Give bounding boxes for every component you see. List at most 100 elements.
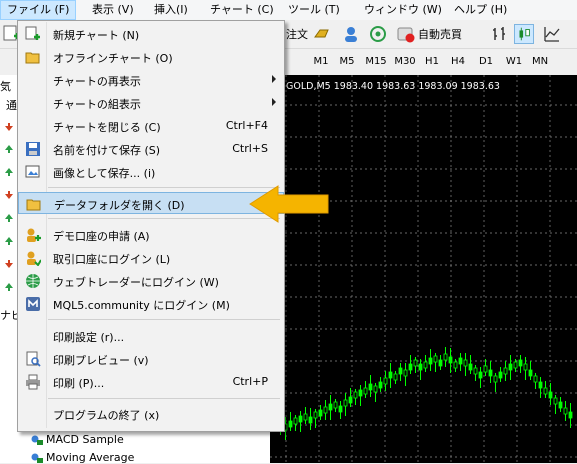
menu-item-save-image[interactable]: 画像として保存... (i) [18,161,284,183]
menu-item-label: 印刷プレビュー (v) [53,354,149,367]
menu-item-print[interactable]: 印刷 (P)... Ctrl+P [18,371,284,393]
file-menu-dropdown: 新規チャート (N) オフラインチャート (O) チャートの再表示 チャートの組… [17,20,285,432]
menu-item-close-chart[interactable]: チャートを閉じる (C) Ctrl+F4 [18,115,284,137]
demo-account-icon [27,228,41,242]
menu-item-print-setup[interactable]: 印刷設定 (r)... [18,325,284,347]
menu-item-label: 取引口座にログイン (L) [53,253,171,266]
menu-item-print-preview[interactable]: 印刷プレビュー (v) [18,348,284,370]
candle-body [523,363,528,371]
menu-item-webtrader-login[interactable]: ウェブトレーダーにログイン (W) [18,270,284,292]
menu-separator [48,218,280,219]
menu-item-login-account[interactable]: 取引口座にログイン (L) [18,247,284,269]
candle-body [423,361,428,369]
menu-item-mql5-login[interactable]: MQL5.community にログイン (M) [18,293,284,315]
autotrade-label[interactable]: 自動売買 [418,26,462,42]
save-icon [26,142,40,156]
menu-item-label: 画像として保存... (i) [53,167,156,180]
candle-body [548,391,553,399]
autotrade-icon[interactable] [396,24,416,44]
candle-body [458,357,463,365]
timeframe-m1[interactable]: M1 [307,53,335,71]
candle-body [468,363,473,371]
candle-body [568,411,573,419]
menu-separator [48,319,280,320]
navigator-item[interactable]: MACD Sample [46,433,124,446]
print-preview-icon [26,351,41,367]
price-up-icon [5,283,13,291]
price-up-icon [5,145,13,153]
candle-body [453,361,458,369]
candle-body [538,381,543,389]
candle-body [508,363,513,371]
menu-item-shortcut: Ctrl+F4 [225,119,268,132]
market-watch-tab[interactable]: 気 [0,78,11,94]
candle-body [313,411,318,419]
menu-item-label: デモ口座の申請 (A) [53,230,150,243]
person-icon[interactable] [341,24,361,44]
price-up-icon [5,237,13,245]
menu-item-offline-chart[interactable]: オフラインチャート (O) [18,46,284,68]
candle-body [498,371,503,379]
price-up-icon [5,168,13,176]
menu-item-open-data-folder[interactable]: データフォルダを開く (D) [18,192,284,214]
menu-window[interactable]: ウィンドウ (W) [358,0,448,20]
submenu-arrow-icon [272,98,276,106]
menu-bar: ファイル (F) 表示 (V) 挿入(I) チャート (C) ツール (T) ウ… [0,0,577,21]
candle-body [433,355,438,363]
candle-body [493,375,498,383]
menu-item-shortcut: Ctrl+S [232,142,268,155]
timeframe-h4[interactable]: H4 [444,53,472,71]
candle-body [323,406,328,414]
menu-item-label: ウェブトレーダーにログイン (W) [53,276,219,289]
menu-item-label: 新規チャート (N) [53,29,140,42]
new-order-label[interactable]: 注文 [286,26,308,42]
candle-body [328,403,333,411]
menu-item-save-as[interactable]: 名前を付けて保存 (S) Ctrl+S [18,138,284,160]
candle-body [388,371,393,379]
menu-help[interactable]: ヘルプ (H) [448,0,513,20]
timeframe-mn[interactable]: MN [526,53,554,71]
timeframe-d1[interactable]: D1 [472,53,500,71]
timeframe-m15[interactable]: M15 [362,53,390,71]
menu-item-shortcut: Ctrl+P [232,375,268,388]
candle-body [308,416,313,424]
callout-arrow-icon [249,185,329,223]
gold-bar-icon[interactable] [312,24,332,44]
price-chart[interactable]: GOLD,M5 1983.40 1983.63 1983.09 1983.63 [270,75,577,463]
line-chart-icon[interactable] [542,24,562,44]
menu-item-chart-reopen[interactable]: チャートの再表示 [18,69,284,91]
menu-file[interactable]: ファイル (F) [0,0,77,20]
candle-body [383,377,388,385]
candle-body [368,383,373,391]
expert-advisor-icon [31,435,43,445]
candle-body [348,396,353,404]
menu-item-demo-account[interactable]: デモ口座の申請 (A) [18,224,284,246]
menu-item-new-chart[interactable]: 新規チャート (N) [18,23,284,45]
menu-separator [48,398,280,399]
navigator-item[interactable]: Moving Average [46,451,134,464]
menu-tools[interactable]: ツール (T) [282,0,346,20]
submenu-arrow-icon [272,75,276,83]
webtrader-icon [26,274,40,288]
candle-body [503,367,508,375]
bar-chart-icon[interactable] [490,24,510,44]
signal-icon[interactable] [368,24,388,44]
menu-chart[interactable]: チャート (C) [204,0,280,20]
price-down-icon [5,191,13,199]
chart-canvas[interactable] [270,75,577,463]
timeframe-w1[interactable]: W1 [500,53,528,71]
timeframe-m30[interactable]: M30 [391,53,419,71]
candlestick-icon[interactable] [514,24,534,44]
price-down-icon [5,260,13,268]
timeframe-m5[interactable]: M5 [333,53,361,71]
menu-insert[interactable]: 挿入(I) [148,0,194,20]
menu-separator [48,187,280,188]
menu-item-label: 印刷設定 (r)... [53,331,125,344]
menu-item-label: オフラインチャート (O) [53,52,173,65]
candle-body [403,369,408,377]
candle-body [378,381,383,389]
menu-view[interactable]: 表示 (V) [86,0,140,20]
timeframe-h1[interactable]: H1 [418,53,446,71]
menu-item-chart-profiles[interactable]: チャートの組表示 [18,92,284,114]
menu-item-exit[interactable]: プログラムの終了 (x) [18,403,284,425]
